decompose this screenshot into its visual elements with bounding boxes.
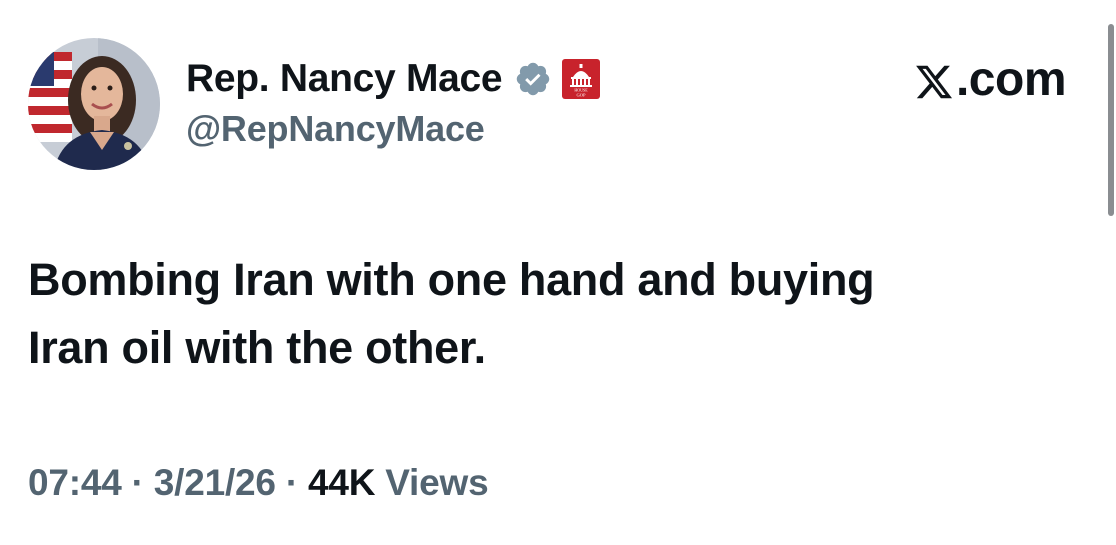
scrollbar-thumb[interactable]	[1108, 24, 1114, 216]
tweet-meta: 07:44 · 3/21/26 · 44K Views	[28, 462, 489, 504]
avatar[interactable]	[28, 38, 160, 170]
tweet-text-line-1: Bombing Iran with one hand and buying	[28, 254, 875, 305]
tweet-date[interactable]: 3/21/26	[154, 462, 276, 504]
separator-dot: ·	[285, 462, 298, 503]
flag-icon	[28, 52, 72, 142]
scrollbar[interactable]	[1104, 0, 1116, 545]
badge-text-gop: GOP	[577, 93, 586, 98]
name-row: Rep. Nancy Mace HOUSE GOP	[186, 52, 601, 106]
views-label[interactable]: Views	[385, 462, 488, 504]
tweet-text: Bombing Iran with one hand and buying Ir…	[28, 246, 1068, 382]
author-block: Rep. Nancy Mace HOUSE GOP @RepNancyMace	[186, 52, 601, 150]
tweet-text-line-2: Iran oil with the other.	[28, 322, 486, 373]
handle[interactable]: @RepNancyMace	[186, 108, 600, 150]
separator-dot: ·	[131, 462, 144, 503]
tweet-time[interactable]: 07:44	[28, 462, 122, 504]
brand-watermark: .com	[914, 52, 1067, 106]
x-logo-icon	[914, 59, 954, 99]
tweet-card: Rep. Nancy Mace HOUSE GOP @RepNancyMace …	[0, 0, 1116, 545]
brand-label: .com	[955, 52, 1067, 106]
display-name[interactable]: Rep. Nancy Mace	[186, 57, 503, 101]
views-count: 44K	[307, 462, 376, 503]
house-gop-badge-icon[interactable]: HOUSE GOP	[562, 59, 601, 99]
verified-badge-icon[interactable]	[514, 60, 552, 98]
profile-photo	[28, 38, 160, 170]
